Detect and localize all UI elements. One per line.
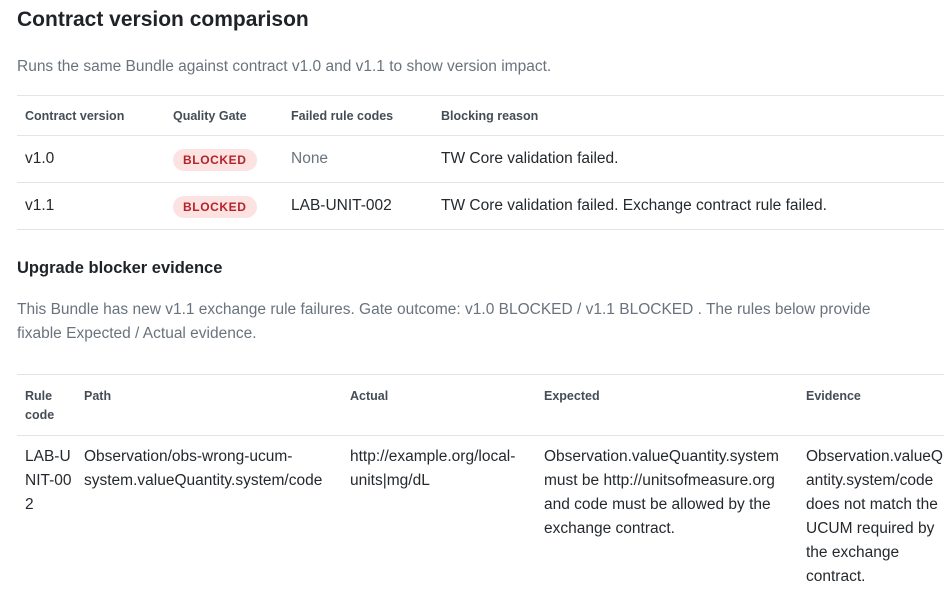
rule-actual: http://example.org/local-units|mg/dL <box>350 448 516 489</box>
table-row: v1.0 BLOCKED None TW Core validation fai… <box>17 136 944 183</box>
header-quality-gate: Quality Gate <box>173 109 247 123</box>
blocking-reason: TW Core validation failed. Exchange cont… <box>441 197 827 214</box>
comparison-table: Contract version Quality Gate Failed rul… <box>17 95 944 230</box>
rule-code: LAB-UNIT-002 <box>25 448 72 513</box>
header-expected: Expected <box>544 389 600 403</box>
failed-rule-codes: LAB-UNIT-002 <box>291 197 392 214</box>
header-contract-version: Contract version <box>25 109 125 123</box>
contract-version: v1.1 <box>25 197 55 214</box>
evidence-description: This Bundle has new v1.1 exchange rule f… <box>17 301 871 342</box>
evidence-table: Rule code Path Actual Expected Evidence <box>17 374 944 436</box>
contract-version: v1.0 <box>25 150 55 167</box>
evidence-heading: Upgrade blocker evidence <box>17 259 223 277</box>
failed-rule-codes: None <box>291 150 329 167</box>
page-title: Contract version comparison <box>17 8 309 31</box>
header-evidence: Evidence <box>806 389 861 403</box>
status-badge: BLOCKED <box>173 196 257 218</box>
evidence-header-row: Rule code Path Actual Expected Evidence <box>17 375 944 436</box>
comparison-header-row: Contract version Quality Gate Failed rul… <box>17 96 944 136</box>
header-path: Path <box>84 389 112 403</box>
header-actual: Actual <box>350 389 389 403</box>
page-subtitle: Runs the same Bundle against contract v1… <box>17 58 552 75</box>
rule-expected: Observation.valueQuantity.system must be… <box>544 448 779 537</box>
table-row: v1.1 BLOCKED LAB-UNIT-002 TW Core valida… <box>17 183 944 230</box>
header-blocking-reason: Blocking reason <box>441 109 539 123</box>
rule-path: Observation/obs-wrong-ucum-system.valueQ… <box>84 448 323 489</box>
rule-evidence: Observation.valueQuantity.system/code do… <box>806 448 944 585</box>
blocking-reason: TW Core validation failed. <box>441 150 619 167</box>
header-rule-code: Rule code <box>25 389 55 422</box>
status-badge: BLOCKED <box>173 149 257 171</box>
header-failed-rule-codes: Failed rule codes <box>291 109 394 123</box>
